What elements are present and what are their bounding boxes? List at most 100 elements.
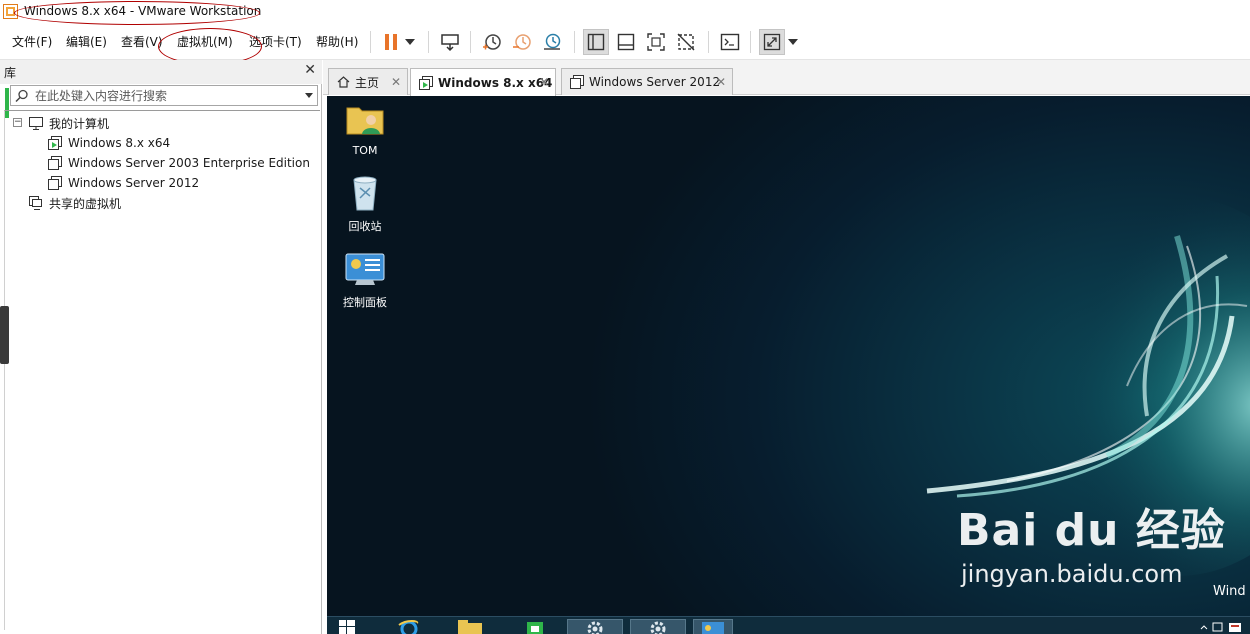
search-icon	[15, 89, 28, 103]
desktop-icon-label: 回收站	[348, 220, 382, 233]
show-library-button[interactable]	[583, 29, 609, 55]
taskbar-store[interactable]	[515, 619, 555, 634]
unity-button[interactable]	[673, 29, 699, 55]
desktop-icon-tom[interactable]: TOM	[335, 100, 395, 157]
tree-label-vm-server-2003: Windows Server 2003 Enterprise Edition	[68, 156, 310, 170]
desktop-icon-label: TOM	[352, 144, 378, 157]
revert-snapshot-button[interactable]	[509, 29, 535, 55]
tree-node-vm-server-2012[interactable]: Windows Server 2012	[48, 173, 199, 193]
take-snapshot-button[interactable]	[479, 29, 505, 55]
taskbar-settings-2[interactable]	[630, 619, 686, 634]
windows-logo-icon	[339, 620, 355, 634]
shared-vm-icon	[29, 196, 42, 210]
baidu-jingyan-logo: Bai du 经验	[957, 505, 1226, 556]
snapshot-manager-button[interactable]	[539, 29, 565, 55]
library-search-box[interactable]	[10, 85, 318, 106]
recycle-bin-icon	[353, 176, 377, 211]
full-screen-button[interactable]	[643, 29, 669, 55]
library-header: 库 ✕	[0, 60, 322, 84]
taskbar-ie[interactable]	[389, 619, 429, 634]
power-dropdown-button[interactable]	[402, 29, 418, 55]
toolbar-separator	[574, 31, 575, 53]
baidu-watermark: Bai du 经验 jingyan.baidu.com	[957, 494, 1226, 588]
revert-snapshot-icon	[513, 34, 531, 50]
vm-icon	[419, 75, 433, 90]
console-icon	[720, 33, 740, 51]
tab-label-win8: Windows 8.x x64	[438, 75, 553, 90]
menu-tabs[interactable]: 选项卡(T)	[249, 33, 302, 50]
gear-icon	[650, 621, 666, 634]
close-icon[interactable]: ✕	[304, 62, 316, 78]
dropdown-icon	[405, 39, 415, 45]
file-explorer-icon	[458, 620, 482, 634]
library-tree: − 我的计算机 Windows 8.x x64 Windows Server 2…	[4, 110, 320, 630]
thumbnail-bar-icon	[617, 33, 635, 51]
taskbar-explorer[interactable]	[451, 619, 491, 634]
tab-home[interactable]: 主页 ✕	[328, 68, 408, 95]
console-view-button[interactable]	[717, 29, 743, 55]
close-icon[interactable]: ✕	[539, 75, 549, 89]
tab-label-server-2012: Windows Server 2012	[589, 75, 721, 89]
menu-help[interactable]: 帮助(H)	[316, 33, 358, 50]
stretch-dropdown-button[interactable]	[786, 29, 800, 55]
computer-icon	[29, 116, 43, 130]
tree-node-vm-win8[interactable]: Windows 8.x x64	[48, 133, 170, 153]
vm-icon	[48, 156, 62, 170]
tray-icons	[1200, 622, 1241, 632]
toolbar-separator	[428, 31, 429, 53]
internet-explorer-icon	[398, 620, 419, 634]
tree-label-vm-win8: Windows 8.x x64	[68, 136, 171, 150]
unity-icon	[677, 33, 695, 51]
toolbar-separator	[708, 31, 709, 53]
menu-view[interactable]: 查看(V)	[121, 33, 163, 50]
desktop-icon-label: 控制面板	[343, 296, 387, 309]
vm-icon	[570, 75, 584, 89]
library-view-icon	[587, 33, 605, 51]
vm-icon	[48, 136, 62, 150]
taskbar-control-panel[interactable]	[693, 619, 733, 634]
collapse-icon[interactable]: −	[13, 118, 22, 127]
vm-console-screen[interactable]: TOM 回收站 控制面板 Bai du 经验 jingyan.baidu.com…	[327, 96, 1250, 634]
stretch-guest-button[interactable]	[759, 29, 785, 55]
start-button[interactable]	[331, 619, 371, 634]
send-keys-icon	[441, 34, 459, 52]
vmware-app-icon	[3, 4, 18, 19]
gear-icon	[587, 621, 603, 634]
snapshot-icon	[483, 34, 501, 50]
windows-brand-text: Wind	[1213, 584, 1246, 599]
desktop-icon-control-panel[interactable]: 控制面板	[335, 250, 395, 310]
tree-label-shared-vms: 共享的虚拟机	[49, 196, 122, 211]
snapshot-manager-icon	[544, 33, 561, 50]
vm-icon	[48, 176, 62, 190]
desktop-icon-recycle-bin[interactable]: 回收站	[335, 174, 395, 234]
tab-label-home: 主页	[355, 75, 380, 90]
tree-node-shared-vms[interactable]: 共享的虚拟机	[29, 193, 121, 213]
thumbnail-bar-button[interactable]	[613, 29, 639, 55]
send-ctrl-alt-del-button[interactable]	[437, 29, 463, 55]
close-icon[interactable]: ✕	[391, 75, 401, 89]
tree-node-my-computer[interactable]: 我的计算机	[29, 113, 109, 133]
tree-node-vm-server-2003[interactable]: Windows Server 2003 Enterprise Edition	[48, 153, 310, 173]
system-tray[interactable]	[1199, 619, 1247, 634]
close-icon[interactable]: ✕	[716, 75, 726, 89]
panel-resize-handle[interactable]	[0, 306, 9, 364]
fullscreen-icon	[647, 33, 665, 51]
store-icon	[527, 622, 543, 634]
tab-server-2012[interactable]: Windows Server 2012 ✕	[561, 68, 733, 95]
menu-file[interactable]: 文件(F)	[12, 33, 52, 50]
library-panel: 库 ✕ − 我的计算机 Windows 8.x x64	[0, 60, 322, 634]
tree-label-my-computer: 我的计算机	[49, 116, 110, 131]
tab-win8[interactable]: Windows 8.x x64 ✕	[410, 68, 556, 96]
library-search-input[interactable]	[35, 87, 295, 104]
menu-edit[interactable]: 编辑(E)	[66, 33, 107, 50]
menu-vm[interactable]: 虚拟机(M)	[177, 33, 233, 50]
toolbar-separator	[750, 31, 751, 53]
home-icon	[337, 76, 350, 88]
menu-toolbar: 文件(F) 编辑(E) 查看(V) 虚拟机(M) 选项卡(T) 帮助(H)	[0, 26, 1250, 60]
tree-label-vm-server-2012: Windows Server 2012	[68, 176, 200, 190]
pause-button[interactable]	[378, 29, 404, 55]
search-dropdown-icon[interactable]	[305, 93, 313, 98]
tab-bar: 主页 ✕ Windows 8.x x64 ✕ Windows Server 20…	[323, 60, 1250, 96]
watermark-url: jingyan.baidu.com	[961, 560, 1183, 588]
taskbar-settings-1[interactable]	[567, 619, 623, 634]
